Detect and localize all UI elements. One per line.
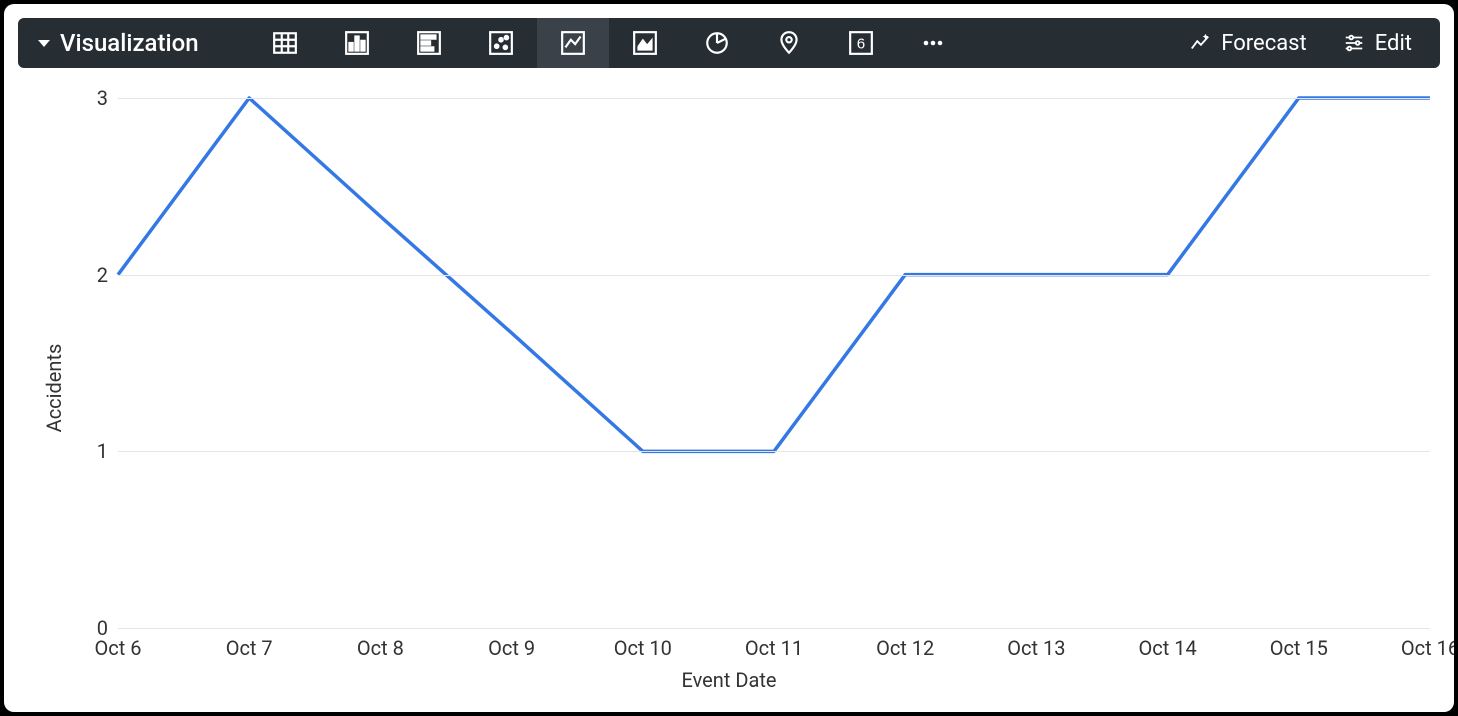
x-tick-label: Oct 6 (95, 636, 142, 660)
y-axis-label: Accidents (42, 344, 66, 433)
visualization-panel: Visualization (4, 4, 1454, 712)
scatter-icon[interactable] (465, 18, 537, 68)
toolbar-title: Visualization (60, 29, 199, 57)
table-icon[interactable] (249, 18, 321, 68)
grid-line (118, 628, 1430, 629)
line-series (118, 98, 1430, 628)
more-icon[interactable] (897, 18, 969, 68)
x-tick-label: Oct 13 (1007, 636, 1065, 660)
x-tick-label: Oct 7 (226, 636, 273, 660)
grid-line (118, 98, 1430, 99)
visualization-dropdown[interactable]: Visualization (28, 29, 209, 57)
x-tick-label: Oct 10 (614, 636, 672, 660)
x-axis-label: Event Date (682, 668, 777, 692)
x-tick-label: Oct 15 (1270, 636, 1328, 660)
x-tick-label: Oct 9 (488, 636, 535, 660)
bar-icon[interactable] (393, 18, 465, 68)
forecast-button[interactable]: Forecast (1171, 18, 1324, 68)
x-tick-label: Oct 12 (876, 636, 934, 660)
y-tick-label: 2 (97, 263, 108, 287)
sliders-icon (1343, 32, 1365, 54)
x-tick-label: Oct 14 (1138, 636, 1196, 660)
forecast-label: Forecast (1221, 31, 1306, 56)
x-tick-label: Oct 11 (745, 636, 803, 660)
chart-type-icons: 6 (249, 18, 969, 68)
map-icon[interactable] (753, 18, 825, 68)
chart-area: Accidents Event Date 0123Oct 6Oct 7Oct 8… (18, 78, 1440, 698)
forecast-icon (1189, 32, 1211, 54)
x-tick-label: Oct 16 (1401, 636, 1454, 660)
visualization-toolbar: Visualization (18, 18, 1440, 68)
line-icon[interactable] (537, 18, 609, 68)
svg-text:6: 6 (856, 35, 864, 52)
edit-button[interactable]: Edit (1325, 18, 1430, 68)
caret-down-icon (38, 40, 50, 47)
pie-icon[interactable] (681, 18, 753, 68)
single-value-icon[interactable]: 6 (825, 18, 897, 68)
x-tick-label: Oct 8 (357, 636, 404, 660)
column-icon[interactable] (321, 18, 393, 68)
edit-label: Edit (1375, 31, 1412, 56)
grid-line (118, 451, 1430, 452)
y-tick-label: 3 (97, 86, 108, 110)
y-tick-label: 1 (97, 439, 108, 463)
plot-region[interactable]: 0123Oct 6Oct 7Oct 8Oct 9Oct 10Oct 11Oct … (118, 98, 1430, 628)
grid-line (118, 275, 1430, 276)
area-icon[interactable] (609, 18, 681, 68)
